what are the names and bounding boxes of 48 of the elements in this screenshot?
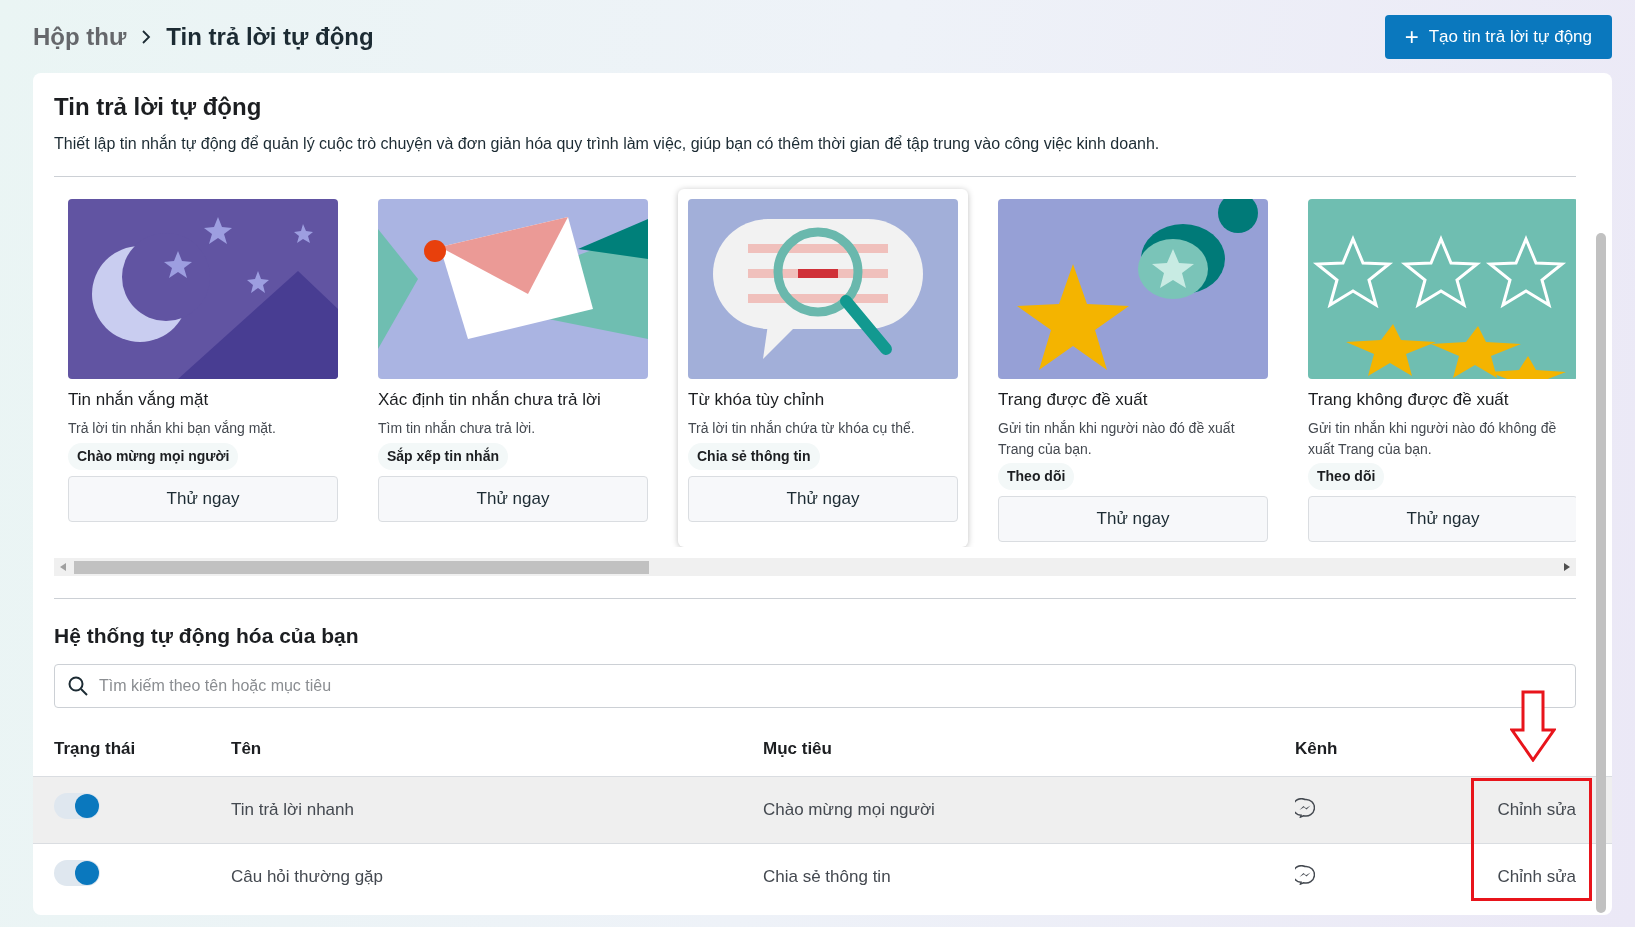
template-description: Gửi tin nhắn khi người nào đó không đề xuất Trang của bạn. (1308, 419, 1558, 459)
template-tag: Chia sẻ thông tin (688, 442, 820, 470)
status-toggle[interactable] (54, 860, 100, 887)
horizontal-scrollbar[interactable] (54, 557, 1576, 576)
template-description: Trả lời tin nhắn khi bạn vắng mặt. (68, 419, 277, 439)
scroll-left-icon[interactable] (60, 562, 66, 571)
template-title: Tin nhắn vắng mặt (68, 388, 210, 411)
template-description: Tìm tin nhắn chưa trả lời. (378, 419, 537, 439)
column-header: Kênh (1295, 738, 1339, 761)
search-field[interactable]: Tìm kiếm theo tên hoặc mục tiêu (54, 664, 1576, 708)
table-cell-text: Chào mừng mọi người (763, 799, 936, 822)
chat-bubble-icon (1295, 798, 1315, 818)
section-title: Tin trả lời tự động (54, 93, 263, 122)
try-now-button[interactable]: Thử ngay (1308, 495, 1576, 542)
breadcrumb-current: Tin trả lời tự động (166, 21, 374, 52)
try-now-button[interactable]: Thử ngay (688, 475, 958, 522)
vertical-scrollbar[interactable] (1596, 233, 1606, 913)
create-auto-reply-button[interactable]: + Tạo tin trả lời tự động (1384, 14, 1612, 59)
column-header: Trạng thái (54, 738, 137, 761)
automations-title: Hệ thống tự động hóa của bạn (54, 622, 360, 648)
template-tag: Chào mừng mọi người (68, 442, 239, 470)
column-header: Tên (231, 738, 263, 761)
template-title: Trang được đề xuất (998, 388, 1149, 411)
table-cell-text: Tin trả lời nhanh (231, 799, 355, 822)
breadcrumb-link[interactable]: Hộp thư (33, 18, 127, 55)
template-title: Xác định tin nhắn chưa trả lời (378, 388, 602, 411)
status-toggle[interactable] (54, 793, 100, 820)
try-now-button[interactable]: Thử ngay (378, 475, 648, 522)
table-cell-text: Chia sẻ thông tin (763, 866, 892, 889)
edit-link[interactable]: Chỉnh sửa (1497, 797, 1576, 823)
chevron-right-icon (140, 28, 153, 45)
arrow-annotation-icon (1510, 690, 1556, 762)
try-now-button[interactable]: Thử ngay (998, 495, 1268, 542)
edit-link[interactable]: Chỉnh sửa (1497, 864, 1576, 890)
template-tag: Theo dõi (1308, 462, 1385, 490)
column-header: Mục tiêu (763, 738, 833, 761)
template-description: Trả lời tin nhắn chứa từ khóa cụ thể. (688, 419, 916, 439)
template-tag: Theo dõi (998, 462, 1075, 490)
search-icon (68, 676, 88, 696)
try-now-button[interactable]: Thử ngay (68, 475, 338, 522)
template-description: Gửi tin nhắn khi người nào đó đề xuất Trang của bạn. (998, 419, 1236, 459)
table-cell-text: Câu hỏi thường gặp (231, 866, 385, 889)
template-title: Trang không được đề xuất (1308, 388, 1510, 411)
scroll-right-icon[interactable] (1564, 562, 1570, 571)
section-description: Thiết lập tin nhắn tự động để quản lý cuộc trò chuyện và đơn giản hóa quy trình làm việc, giúp bạn có thêm thời gian để tập trung vào công việc kinh doanh. (54, 133, 1161, 154)
template-tag: Sắp xếp tin nhắn (378, 442, 508, 470)
template-title: Từ khóa tùy chỉnh (688, 388, 826, 411)
chat-bubble-icon (1295, 865, 1315, 885)
